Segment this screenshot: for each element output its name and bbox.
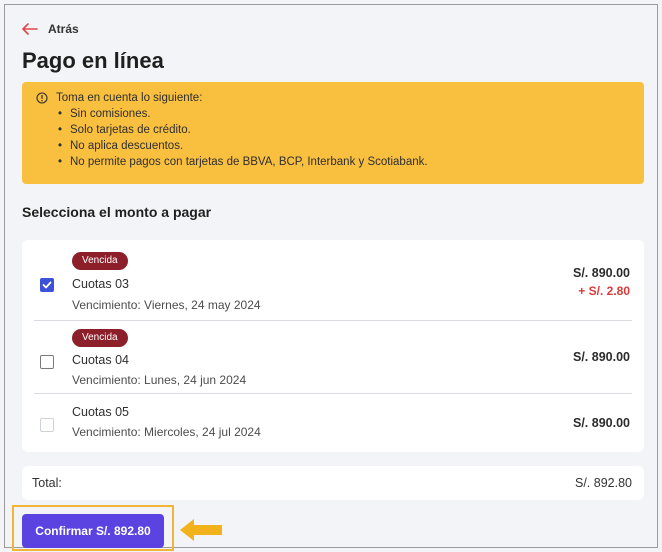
notice-item: Solo tarjetas de crédito.	[58, 122, 632, 138]
pointer-arrow-icon	[180, 519, 222, 541]
confirm-button[interactable]: Confirmar S/. 892.80	[22, 514, 164, 548]
installment-name: Cuotas 03	[72, 277, 129, 291]
notice-item: Sin comisiones.	[58, 106, 632, 122]
info-icon	[36, 92, 48, 104]
installment-name: Cuotas 04	[72, 353, 129, 367]
notice-item: No aplica descuentos.	[58, 138, 632, 154]
page-title: Pago en línea	[22, 48, 164, 73]
installment-due-date: Vencimiento: Miercoles, 24 jul 2024	[72, 425, 261, 439]
installment-row[interactable]: Vencida Cuotas 03 Vencimiento: Viernes, …	[22, 240, 644, 320]
installment-checkbox	[40, 418, 54, 432]
installment-name: Cuotas 05	[72, 405, 129, 419]
total-label: Total:	[32, 476, 62, 490]
installment-checkbox[interactable]	[40, 278, 54, 292]
installment-amount: S/. 890.00	[573, 266, 630, 280]
notice-heading: Toma en cuenta lo siguiente:	[56, 92, 203, 104]
total-bar: Total: S/. 892.80	[22, 466, 644, 500]
overdue-badge: Vencida	[72, 329, 128, 347]
installment-row: Cuotas 05 Vencimiento: Miercoles, 24 jul…	[22, 394, 644, 452]
notice-item: No permite pagos con tarjetas de BBVA, B…	[58, 154, 632, 170]
arrow-left-icon	[22, 23, 38, 35]
back-link[interactable]: Atrás	[22, 22, 79, 36]
section-title: Selecciona el monto a pagar	[22, 204, 212, 220]
back-label: Atrás	[48, 22, 79, 36]
overdue-badge: Vencida	[72, 252, 128, 270]
total-value: S/. 892.80	[575, 476, 632, 490]
check-icon	[42, 281, 52, 289]
notice-box: Toma en cuenta lo siguiente: Sin comisio…	[22, 82, 644, 184]
installments-card: Vencida Cuotas 03 Vencimiento: Viernes, …	[22, 240, 644, 452]
installment-row[interactable]: Vencida Cuotas 04 Vencimiento: Lunes, 24…	[22, 321, 644, 393]
installment-due-date: Vencimiento: Viernes, 24 may 2024	[72, 298, 261, 312]
late-fee: + S/. 2.80	[578, 284, 630, 298]
installment-due-date: Vencimiento: Lunes, 24 jun 2024	[72, 373, 247, 387]
installment-amount: S/. 890.00	[573, 350, 630, 364]
installment-amount: S/. 890.00	[573, 416, 630, 430]
installment-checkbox[interactable]	[40, 355, 54, 369]
notice-list: Sin comisiones. Solo tarjetas de crédito…	[36, 106, 632, 170]
